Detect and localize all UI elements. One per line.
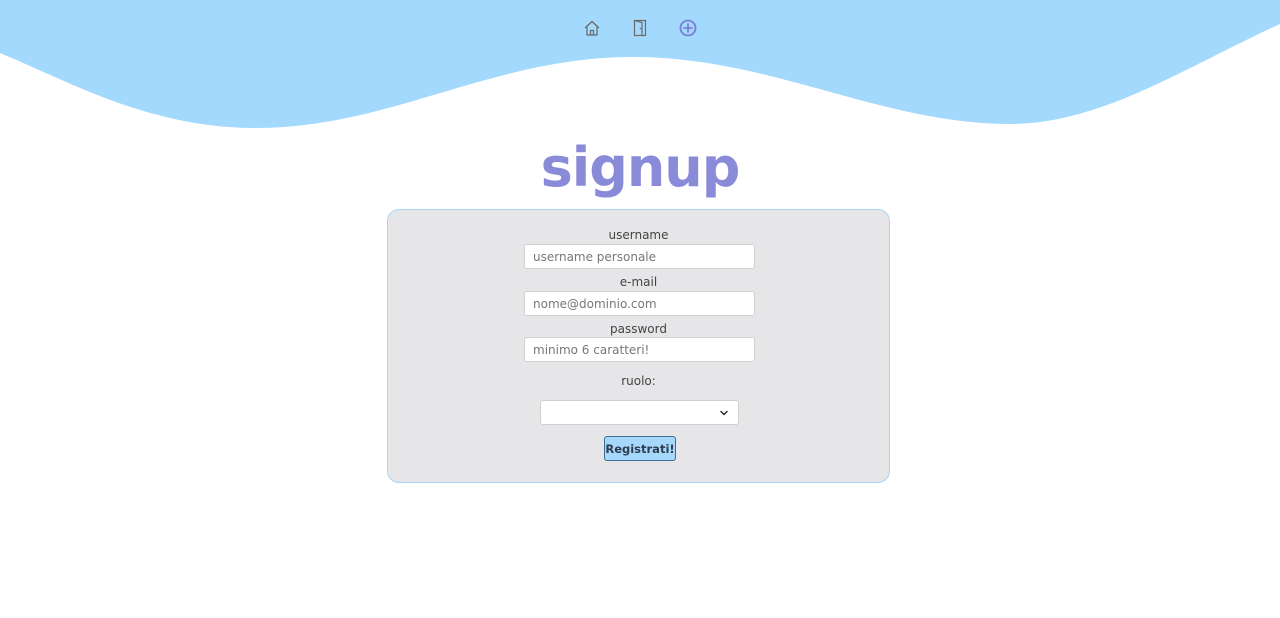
email-label: e-mail bbox=[619, 275, 658, 289]
page-title: signup bbox=[540, 136, 741, 199]
register-button[interactable]: Registrati! bbox=[604, 436, 676, 461]
signup-page: signup username e-mail password ruolo: R… bbox=[0, 0, 1280, 618]
home-icon bbox=[584, 20, 600, 36]
nav-login[interactable] bbox=[628, 16, 652, 40]
chevron-down-icon bbox=[720, 410, 728, 416]
nav-signup[interactable] bbox=[676, 16, 700, 40]
top-nav bbox=[0, 16, 1280, 40]
password-input[interactable] bbox=[524, 337, 755, 362]
username-input[interactable] bbox=[524, 244, 755, 269]
email-input[interactable] bbox=[524, 291, 755, 316]
password-label: password bbox=[610, 322, 667, 336]
nav-home[interactable] bbox=[580, 16, 604, 40]
role-label: ruolo: bbox=[621, 374, 656, 388]
username-label: username bbox=[608, 228, 669, 242]
signup-form: username e-mail password ruolo: Registra… bbox=[387, 209, 890, 483]
role-select[interactable] bbox=[540, 400, 739, 425]
plus-circle-icon bbox=[679, 19, 697, 37]
door-icon bbox=[633, 19, 647, 37]
